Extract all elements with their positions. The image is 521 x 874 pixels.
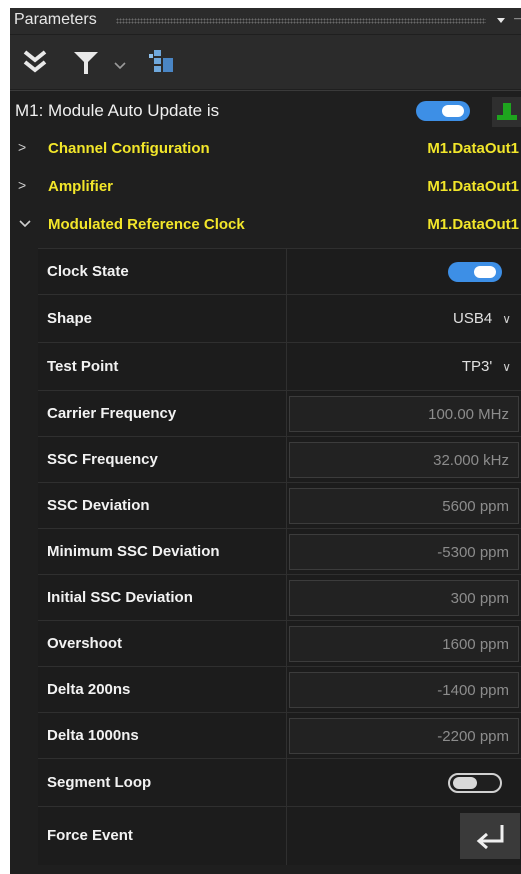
carrier-frequency-field[interactable]: 100.00 MHz: [289, 396, 519, 432]
section-target: M1.DataOut1: [427, 178, 519, 195]
module-status-icon[interactable]: [492, 97, 521, 127]
module-auto-update-label: M1: Module Auto Update is: [15, 101, 220, 120]
param-label: Minimum SSC Deviation: [47, 543, 220, 560]
module-auto-update-toggle[interactable]: [416, 101, 470, 121]
collapse-all-icon[interactable]: [22, 49, 48, 75]
enter-icon: [476, 825, 504, 850]
drag-grip[interactable]: [116, 18, 486, 24]
module-auto-update-row: M1: Module Auto Update is: [10, 90, 521, 132]
column-divider: [286, 713, 287, 759]
column-divider: [286, 437, 287, 483]
panel-menu-arrow-icon[interactable]: [497, 18, 505, 23]
force-event-button[interactable]: [460, 813, 520, 859]
column-divider: [286, 343, 287, 391]
section-name: Amplifier: [48, 178, 114, 195]
param-label: SSC Deviation: [47, 497, 150, 514]
chevron-down-icon: [19, 220, 31, 228]
param-label: Carrier Frequency: [47, 405, 177, 422]
param-row-minimum-ssc-deviation: Minimum SSC Deviation -5300 ppm: [38, 528, 521, 575]
module-indicator-icon: [497, 103, 517, 120]
param-label: Delta 200ns: [47, 681, 131, 698]
chevron-right-icon: >: [18, 139, 27, 155]
param-label: Segment Loop: [47, 774, 152, 791]
field-value: -2200 ppm: [437, 728, 509, 745]
section-target: M1.DataOut1: [427, 140, 519, 157]
chevron-down-icon: ∨: [502, 360, 511, 374]
param-row-delta-1000ns: Delta 1000ns -2200 ppm: [38, 712, 521, 759]
panel-title-bar[interactable]: Parameters ⊣: [10, 8, 521, 34]
delta-1000ns-field[interactable]: -2200 ppm: [289, 718, 519, 754]
test-point-value: TP3': [461, 358, 493, 375]
column-divider: [286, 621, 287, 667]
field-value: 300 ppm: [450, 590, 509, 607]
field-value: -5300 ppm: [437, 544, 509, 561]
column-divider: [286, 391, 287, 437]
param-label: Force Event: [47, 827, 133, 844]
param-label: Shape: [47, 310, 93, 327]
ssc-deviation-field[interactable]: 5600 ppm: [289, 488, 519, 524]
pin-icon[interactable]: ⊣: [513, 12, 521, 26]
section-channel-configuration[interactable]: > Channel Configuration M1.DataOut1: [10, 130, 521, 167]
column-divider: [286, 759, 287, 807]
section-modulated-reference-clock[interactable]: Modulated Reference Clock M1.DataOut1: [10, 206, 521, 243]
segment-loop-toggle[interactable]: [448, 773, 502, 793]
column-divider: [286, 575, 287, 621]
param-row-force-event: Force Event: [38, 806, 521, 865]
param-label: Delta 1000ns: [47, 727, 139, 744]
column-divider: [286, 295, 287, 343]
ssc-frequency-field[interactable]: 32.000 kHz: [289, 442, 519, 478]
filter-icon[interactable]: [72, 49, 100, 77]
tree-indent-rail: [10, 255, 38, 874]
section-name: Channel Configuration: [48, 140, 210, 157]
delta-200ns-field[interactable]: -1400 ppm: [289, 672, 519, 708]
panel-title: Parameters: [14, 11, 97, 28]
chevron-down-icon: ∨: [502, 312, 511, 326]
param-row-clock-state: Clock State: [38, 248, 521, 295]
toggle-knob: [474, 266, 496, 278]
overshoot-field[interactable]: 1600 ppm: [289, 626, 519, 662]
param-label: Test Point: [47, 358, 119, 375]
chevron-right-icon: >: [18, 177, 27, 193]
column-divider: [286, 667, 287, 713]
parameters-panel: Parameters ⊣ M1: Module Auto Update is >…: [10, 8, 521, 874]
module-grid-icon[interactable]: [148, 48, 176, 76]
param-row-overshoot: Overshoot 1600 ppm: [38, 620, 521, 667]
shape-value: USB4: [453, 310, 493, 327]
initial-ssc-deviation-field[interactable]: 300 ppm: [289, 580, 519, 616]
column-divider: [286, 529, 287, 575]
field-value: 1600 ppm: [442, 636, 509, 653]
param-row-segment-loop: Segment Loop: [38, 758, 521, 807]
field-value: 32.000 kHz: [433, 452, 509, 469]
param-row-ssc-frequency: SSC Frequency 32.000 kHz: [38, 436, 521, 483]
column-divider: [286, 249, 287, 295]
clock-state-toggle[interactable]: [448, 262, 502, 282]
param-label: Overshoot: [47, 635, 123, 652]
param-row-test-point: Test Point TP3' ∨: [38, 342, 521, 391]
field-value: 5600 ppm: [442, 498, 509, 515]
minimum-ssc-deviation-field[interactable]: -5300 ppm: [289, 534, 519, 570]
section-target: M1.DataOut1: [427, 216, 519, 233]
param-label: Clock State: [47, 263, 129, 280]
param-row-shape: Shape USB4 ∨: [38, 294, 521, 343]
param-label: Initial SSC Deviation: [47, 589, 193, 606]
column-divider: [286, 807, 287, 865]
chevron-down-icon[interactable]: [113, 61, 127, 71]
field-value: 100.00 MHz: [428, 406, 509, 423]
param-row-carrier-frequency: Carrier Frequency 100.00 MHz: [38, 390, 521, 437]
column-divider: [286, 483, 287, 529]
test-point-select[interactable]: TP3' ∨: [462, 358, 511, 375]
section-amplifier[interactable]: > Amplifier M1.DataOut1: [10, 168, 521, 205]
param-label: SSC Frequency: [47, 451, 158, 468]
param-row-ssc-deviation: SSC Deviation 5600 ppm: [38, 482, 521, 529]
section-name: Modulated Reference Clock: [48, 216, 245, 233]
field-value: -1400 ppm: [437, 682, 509, 699]
shape-select[interactable]: USB4 ∨: [453, 310, 511, 327]
toggle-knob: [453, 777, 477, 789]
toggle-knob: [442, 105, 464, 117]
param-row-delta-200ns: Delta 200ns -1400 ppm: [38, 666, 521, 713]
toolbar: [10, 35, 521, 89]
param-row-initial-ssc-deviation: Initial SSC Deviation 300 ppm: [38, 574, 521, 621]
